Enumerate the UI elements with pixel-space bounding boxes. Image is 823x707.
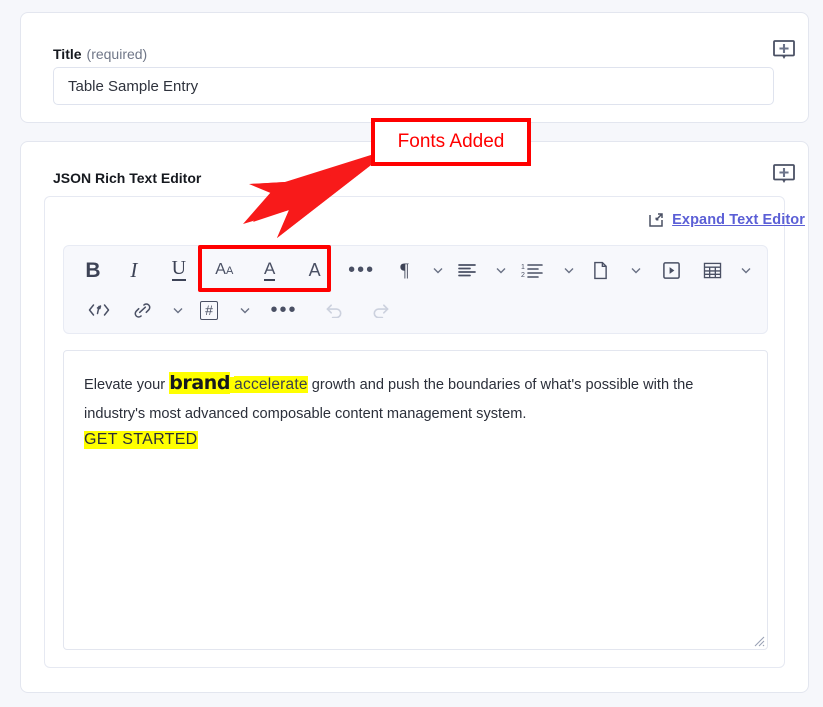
insert-link-button[interactable] xyxy=(124,294,160,326)
title-field-card: Title (required) Table Sample Entry xyxy=(20,12,809,123)
rich-text-content-area[interactable]: Elevate your brand accelerate growth and… xyxy=(63,350,768,650)
redo-button[interactable] xyxy=(358,294,402,326)
title-label: Title (required) xyxy=(53,46,147,62)
toolbar-row-2: # ••• xyxy=(74,290,757,330)
insert-video-button[interactable] xyxy=(648,254,694,286)
more-formatting-button[interactable]: ••• xyxy=(337,254,387,286)
annotation-label: Fonts Added xyxy=(371,118,531,166)
content-text-pre: Elevate your xyxy=(84,377,170,393)
page-root: Title (required) Table Sample Entry JSON … xyxy=(0,0,823,707)
numbered-list-caret[interactable] xyxy=(557,254,581,286)
redo-icon xyxy=(371,302,390,318)
insert-table-caret[interactable] xyxy=(735,254,757,286)
code-icon xyxy=(87,302,111,318)
content-word-accelerate: accelerate xyxy=(234,376,308,393)
editor-label: JSON Rich Text Editor xyxy=(53,170,201,186)
table-icon xyxy=(703,262,722,279)
paragraph-style-caret[interactable] xyxy=(428,254,450,286)
numbered-list-button[interactable]: 1 2 xyxy=(512,254,552,286)
anchor-button[interactable]: # xyxy=(191,294,227,326)
font-size-aa-icon: AA xyxy=(215,261,234,278)
editor-label-text: JSON Rich Text Editor xyxy=(53,170,202,186)
numbered-list-icon: 1 2 xyxy=(521,262,544,278)
annotation-label-text: Fonts Added xyxy=(397,131,505,152)
toolbar-row-1: B I U AA A A ••• ¶ 1 2 xyxy=(74,250,757,290)
background-color-button[interactable]: A xyxy=(293,254,337,286)
editor-toolbar: B I U AA A A ••• ¶ 1 2 # ••• xyxy=(63,245,768,334)
align-left-icon xyxy=(457,262,477,278)
paragraph-icon: ¶ xyxy=(400,259,409,281)
hash-icon: # xyxy=(200,300,218,320)
font-family-button[interactable]: AA xyxy=(202,254,247,286)
insert-link-caret[interactable] xyxy=(165,294,191,326)
bold-button[interactable]: B xyxy=(74,254,112,286)
expand-text-editor-control[interactable]: Expand Text Editor xyxy=(648,212,805,228)
title-label-text: Title xyxy=(53,46,82,62)
underline-icon: U xyxy=(171,257,187,281)
svg-text:2: 2 xyxy=(521,272,525,278)
insert-file-button[interactable] xyxy=(581,254,619,286)
content-word-brand: brand xyxy=(169,372,231,394)
ellipsis-icon: ••• xyxy=(348,258,376,281)
paragraph-style-button[interactable]: ¶ xyxy=(387,254,423,286)
title-input[interactable]: Table Sample Entry xyxy=(53,67,774,105)
title-required-note: (required) xyxy=(86,46,148,62)
text-align-caret[interactable] xyxy=(490,254,512,286)
bold-icon: B xyxy=(85,258,101,282)
content-paragraph: Elevate your brand accelerate growth and… xyxy=(84,369,747,429)
ellipsis-icon: ••• xyxy=(270,298,298,321)
insert-file-caret[interactable] xyxy=(624,254,648,286)
video-icon xyxy=(662,261,681,280)
file-icon xyxy=(593,261,608,280)
text-align-button[interactable] xyxy=(449,254,485,286)
link-icon xyxy=(133,302,152,319)
undo-button[interactable] xyxy=(310,294,358,326)
code-block-button[interactable] xyxy=(74,294,124,326)
italic-icon: I xyxy=(130,257,138,282)
anchor-caret[interactable] xyxy=(232,294,258,326)
expand-text-editor-link[interactable]: Expand Text Editor xyxy=(672,212,805,228)
italic-button[interactable]: I xyxy=(112,254,156,286)
content-cta-text: GET STARTED xyxy=(84,431,198,449)
more-tools-button[interactable]: ••• xyxy=(258,294,310,326)
resize-handle[interactable] xyxy=(751,633,765,647)
add-comment-icon[interactable] xyxy=(773,40,795,60)
background-color-a-icon: A xyxy=(308,259,321,280)
undo-icon xyxy=(325,302,344,318)
svg-text:1: 1 xyxy=(521,264,525,271)
text-color-a-icon: A xyxy=(264,260,276,281)
expand-arrow-icon xyxy=(648,212,664,228)
text-color-button[interactable]: A xyxy=(247,254,293,286)
add-comment-icon[interactable] xyxy=(773,164,795,184)
insert-table-button[interactable] xyxy=(694,254,730,286)
underline-button[interactable]: U xyxy=(156,254,202,286)
